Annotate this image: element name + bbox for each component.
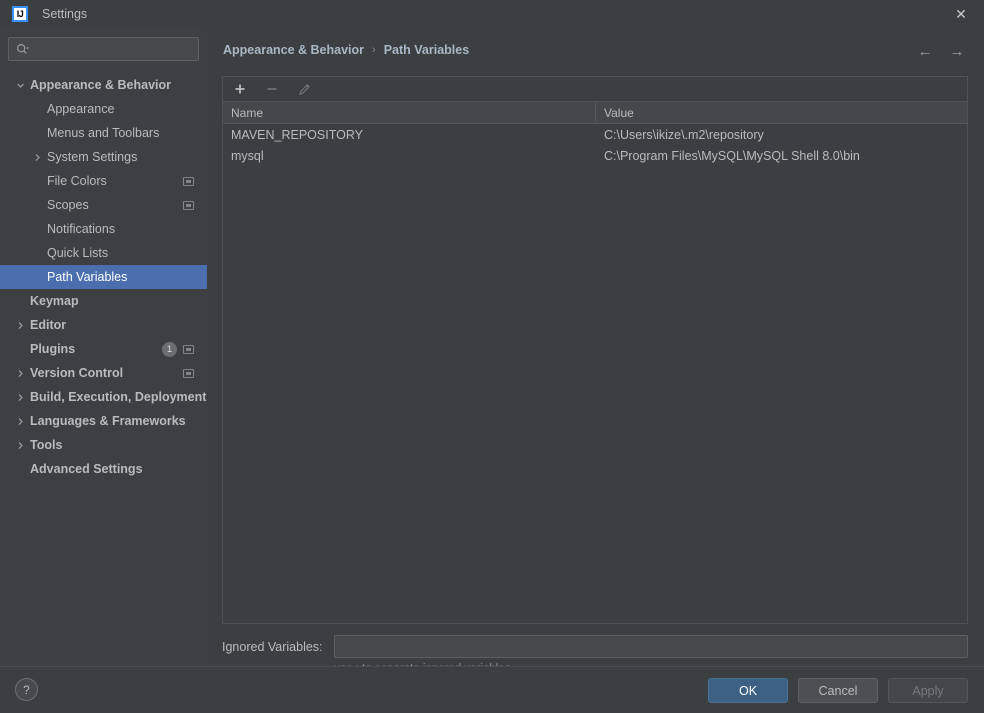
search-box[interactable] [8, 37, 199, 61]
window-title: Settings [42, 7, 88, 21]
table-row[interactable]: mysql C:\Program Files\MySQL\MySQL Shell… [223, 145, 967, 166]
search-icon [16, 43, 29, 56]
sidebar-item-quick-lists[interactable]: Quick Lists [0, 241, 207, 265]
cell-value: C:\Users\ikize\.m2\repository [604, 127, 764, 142]
ignored-variables-input[interactable] [334, 635, 968, 658]
plugins-update-count-badge: 1 [162, 341, 177, 357]
chevron-down-icon[interactable] [14, 79, 26, 91]
sidebar-item-path-variables[interactable]: Path Variables [0, 265, 207, 289]
search-input[interactable] [29, 42, 198, 56]
sidebar-item-label: Appearance & Behavior [30, 78, 172, 92]
ok-button[interactable]: OK [708, 678, 788, 703]
apply-button[interactable]: Apply [888, 678, 968, 703]
sidebar-item-appearance[interactable]: Appearance [0, 97, 207, 121]
sidebar-item-label: File Colors [47, 174, 107, 188]
column-header-value[interactable]: Value [596, 102, 967, 123]
column-header-name[interactable]: Name [223, 102, 596, 123]
sidebar-item-label: Path Variables [47, 270, 128, 284]
sidebar-item-notifications[interactable]: Notifications [0, 217, 207, 241]
sidebar-item-label: Keymap [30, 294, 79, 308]
cancel-button[interactable]: Cancel [798, 678, 878, 703]
table-row[interactable]: MAVEN_REPOSITORY C:\Users\ikize\.m2\repo… [223, 124, 967, 145]
navigation-arrows: ← → [914, 40, 968, 62]
sidebar-item-advanced-settings[interactable]: Advanced Settings [0, 457, 207, 481]
dialog-footer: ? OK Cancel Apply [0, 666, 984, 713]
footer-button-group: OK Cancel Apply [708, 678, 968, 703]
project-scope-icon [183, 176, 194, 186]
sidebar-item-label: Editor [30, 318, 67, 332]
breadcrumb-separator-icon: › [372, 44, 376, 56]
breadcrumb: Appearance & Behavior › Path Variables [223, 43, 469, 57]
breadcrumb-current: Path Variables [383, 43, 470, 57]
settings-main-panel: Appearance & Behavior › Path Variables ←… [207, 28, 984, 675]
sidebar-item-keymap[interactable]: Keymap [0, 289, 207, 313]
settings-tree: Appearance & Behavior Appearance Menus a… [0, 73, 207, 481]
chevron-right-icon[interactable] [14, 415, 26, 427]
sidebar-item-label: Build, Execution, Deployment [30, 390, 207, 404]
app-logo-icon: IJ [12, 6, 28, 22]
sidebar-item-label: Languages & Frameworks [30, 414, 186, 428]
sidebar-item-file-colors[interactable]: File Colors [0, 169, 207, 193]
table-header-row: Name Value [223, 102, 967, 124]
sidebar-item-scopes[interactable]: Scopes [0, 193, 207, 217]
cell-name: MAVEN_REPOSITORY [231, 127, 363, 142]
ignored-variables-row: Ignored Variables: [222, 635, 968, 658]
sidebar-item-label: Appearance [47, 102, 115, 116]
help-button[interactable]: ? [15, 678, 38, 701]
chevron-right-icon[interactable] [14, 319, 26, 331]
chevron-right-icon[interactable] [14, 391, 26, 403]
sidebar-item-appearance-and-behavior[interactable]: Appearance & Behavior [0, 73, 207, 97]
sidebar-item-label: Version Control [30, 366, 124, 380]
title-bar: IJ Settings ✕ [0, 0, 984, 28]
sidebar-item-label: Menus and Toolbars [47, 126, 160, 140]
sidebar-item-menus-and-toolbars[interactable]: Menus and Toolbars [0, 121, 207, 145]
table-toolbar [223, 77, 967, 102]
back-arrow-icon[interactable]: ← [914, 40, 936, 62]
sidebar-item-system-settings[interactable]: System Settings [0, 145, 207, 169]
sidebar-item-label: Plugins [30, 342, 76, 356]
sidebar-item-label: Notifications [47, 222, 116, 236]
add-variable-button[interactable] [231, 80, 249, 98]
sidebar-item-label: System Settings [47, 150, 138, 164]
cell-value: C:\Program Files\MySQL\MySQL Shell 8.0\b… [604, 148, 860, 163]
settings-sidebar: Appearance & Behavior Appearance Menus a… [0, 28, 207, 666]
path-variables-table-panel: Name Value MAVEN_REPOSITORY C:\Users\iki… [222, 76, 968, 624]
project-scope-icon [183, 344, 194, 354]
breadcrumb-parent[interactable]: Appearance & Behavior [223, 43, 364, 57]
chevron-right-icon[interactable] [31, 151, 43, 163]
forward-arrow-icon[interactable]: → [946, 40, 968, 62]
search-container [0, 28, 207, 61]
remove-variable-button[interactable] [263, 80, 281, 98]
project-scope-icon [183, 368, 194, 378]
sidebar-item-tools[interactable]: Tools [0, 433, 207, 457]
sidebar-item-label: Tools [30, 438, 63, 452]
sidebar-item-languages-and-frameworks[interactable]: Languages & Frameworks [0, 409, 207, 433]
ignored-variables-label: Ignored Variables: [222, 639, 323, 654]
close-icon[interactable]: ✕ [938, 0, 984, 28]
sidebar-item-build-execution-deployment[interactable]: Build, Execution, Deployment [0, 385, 207, 409]
sidebar-item-label: Scopes [47, 198, 89, 212]
sidebar-item-editor[interactable]: Editor [0, 313, 207, 337]
chevron-right-icon[interactable] [14, 439, 26, 451]
cell-name: mysql [231, 148, 264, 163]
chevron-right-icon[interactable] [14, 367, 26, 379]
sidebar-item-label: Advanced Settings [30, 462, 143, 476]
sidebar-item-version-control[interactable]: Version Control [0, 361, 207, 385]
edit-pencil-icon[interactable] [295, 80, 313, 98]
sidebar-item-plugins[interactable]: Plugins 1 [0, 337, 207, 361]
project-scope-icon [183, 200, 194, 210]
sidebar-item-label: Quick Lists [47, 246, 109, 260]
table-body: MAVEN_REPOSITORY C:\Users\ikize\.m2\repo… [223, 124, 967, 623]
settings-dialog: IJ Settings ✕ Appearance & Behavior Appe… [0, 0, 984, 713]
